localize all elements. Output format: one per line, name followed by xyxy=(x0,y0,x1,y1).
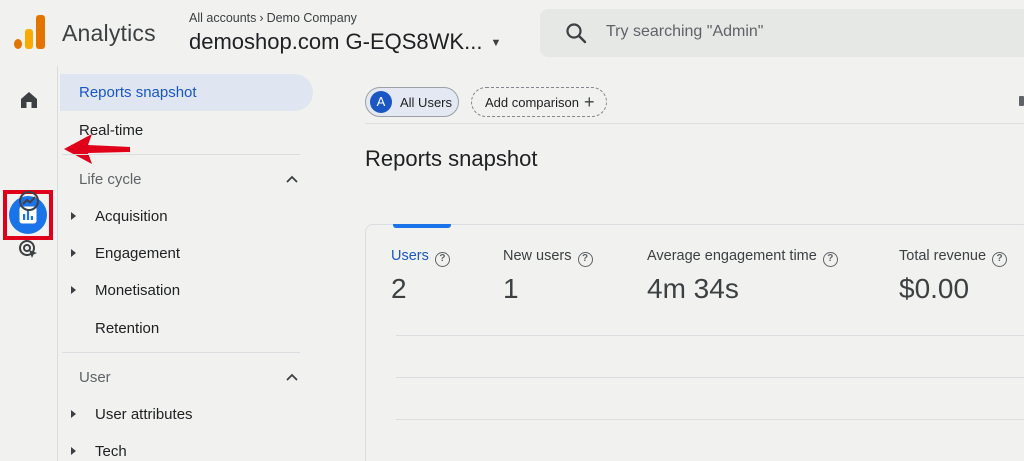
property-selector[interactable]: demoshop.com G-EQS8WK... ▼ xyxy=(189,29,501,55)
metric-tab-new-users[interactable]: New users? 1 xyxy=(503,247,593,305)
analytics-logo[interactable] xyxy=(14,15,46,49)
property-name: demoshop.com G-EQS8WK... xyxy=(189,29,483,54)
nav-item-engagement[interactable]: Engagement xyxy=(95,245,180,262)
section-user[interactable]: User xyxy=(79,369,111,386)
metrics-card: Users? 2 New users? 1 Average engagement… xyxy=(365,224,1024,461)
nav-item-realtime[interactable]: Real-time xyxy=(79,122,143,139)
chart-gridline xyxy=(396,377,1024,378)
expand-arrow-icon[interactable] xyxy=(71,249,76,257)
nav-item-reports-snapshot[interactable]: Reports snapshot xyxy=(60,74,313,111)
chart-gridline xyxy=(396,335,1024,336)
breadcrumb[interactable]: All accounts › Demo Company xyxy=(189,11,357,25)
metric-tab-total-revenue[interactable]: Total revenue? $0.00 xyxy=(899,247,1008,305)
expand-arrow-icon[interactable] xyxy=(71,410,76,418)
add-comparison-button[interactable]: Add comparison + xyxy=(471,87,607,117)
metric-label: Users xyxy=(391,248,429,264)
top-header: Analytics All accounts › Demo Company demo… xyxy=(0,0,1024,66)
breadcrumb-account[interactable]: All accounts xyxy=(189,11,256,25)
search-bar[interactable]: Try searching "Admin" xyxy=(540,9,1024,57)
segment-avatar: A xyxy=(370,91,392,113)
icon-rail xyxy=(0,66,58,461)
metric-value: $0.00 xyxy=(899,273,970,304)
main-content: A All Users Add comparison + Reports sna… xyxy=(320,66,1024,461)
chart-gridline xyxy=(396,419,1024,420)
help-icon[interactable]: ? xyxy=(992,252,1008,267)
nav-item-monetisation[interactable]: Monetisation xyxy=(95,282,180,299)
segment-label: All Users xyxy=(400,95,453,110)
report-nav-panel: Reports snapshot Real-time Life cycle Ac… xyxy=(58,66,320,461)
toolbar-divider xyxy=(365,123,1024,124)
advertising-icon[interactable] xyxy=(17,238,41,262)
metric-value: 2 xyxy=(391,273,407,304)
help-icon[interactable]: ? xyxy=(577,252,593,267)
search-placeholder: Try searching "Admin" xyxy=(606,23,764,40)
metric-value: 1 xyxy=(503,273,519,304)
nav-item-acquisition[interactable]: Acquisition xyxy=(95,208,168,225)
metric-label: Average engagement time xyxy=(647,248,817,264)
nav-item-user-attributes[interactable]: User attributes xyxy=(95,406,193,423)
dropdown-caret-icon: ▼ xyxy=(490,37,502,50)
toolbar-overflow-icon[interactable] xyxy=(1019,96,1024,106)
help-icon[interactable]: ? xyxy=(434,252,450,267)
home-icon[interactable] xyxy=(17,88,41,112)
chevron-up-icon[interactable] xyxy=(284,172,300,188)
plus-icon: + xyxy=(584,92,595,112)
expand-arrow-icon[interactable] xyxy=(71,447,76,455)
app-title: Analytics xyxy=(62,20,156,46)
help-icon[interactable]: ? xyxy=(822,252,838,267)
nav-divider xyxy=(62,352,300,353)
metric-label: New users xyxy=(503,248,572,264)
explore-icon[interactable] xyxy=(17,189,41,213)
chevron-up-icon[interactable] xyxy=(284,370,300,386)
chevron-right-icon: › xyxy=(259,11,264,25)
nav-item-retention[interactable]: Retention xyxy=(95,320,159,337)
metric-label: Total revenue xyxy=(899,248,987,264)
segment-chip-all-users[interactable]: A All Users xyxy=(365,87,459,117)
section-life-cycle[interactable]: Life cycle xyxy=(79,171,142,188)
selected-tab-indicator xyxy=(393,224,451,228)
add-comparison-label: Add comparison xyxy=(485,95,579,110)
breadcrumb-company[interactable]: Demo Company xyxy=(267,11,357,25)
metric-tab-users[interactable]: Users? 2 xyxy=(391,247,450,305)
page-title: Reports snapshot xyxy=(365,146,538,171)
expand-arrow-icon[interactable] xyxy=(71,286,76,294)
nav-divider xyxy=(62,154,300,155)
expand-arrow-icon[interactable] xyxy=(71,212,76,220)
metric-tab-avg-engagement-time[interactable]: Average engagement time? 4m 34s xyxy=(647,247,838,305)
search-icon xyxy=(566,23,587,44)
metric-value: 4m 34s xyxy=(647,273,739,304)
nav-item-tech[interactable]: Tech xyxy=(95,443,127,460)
